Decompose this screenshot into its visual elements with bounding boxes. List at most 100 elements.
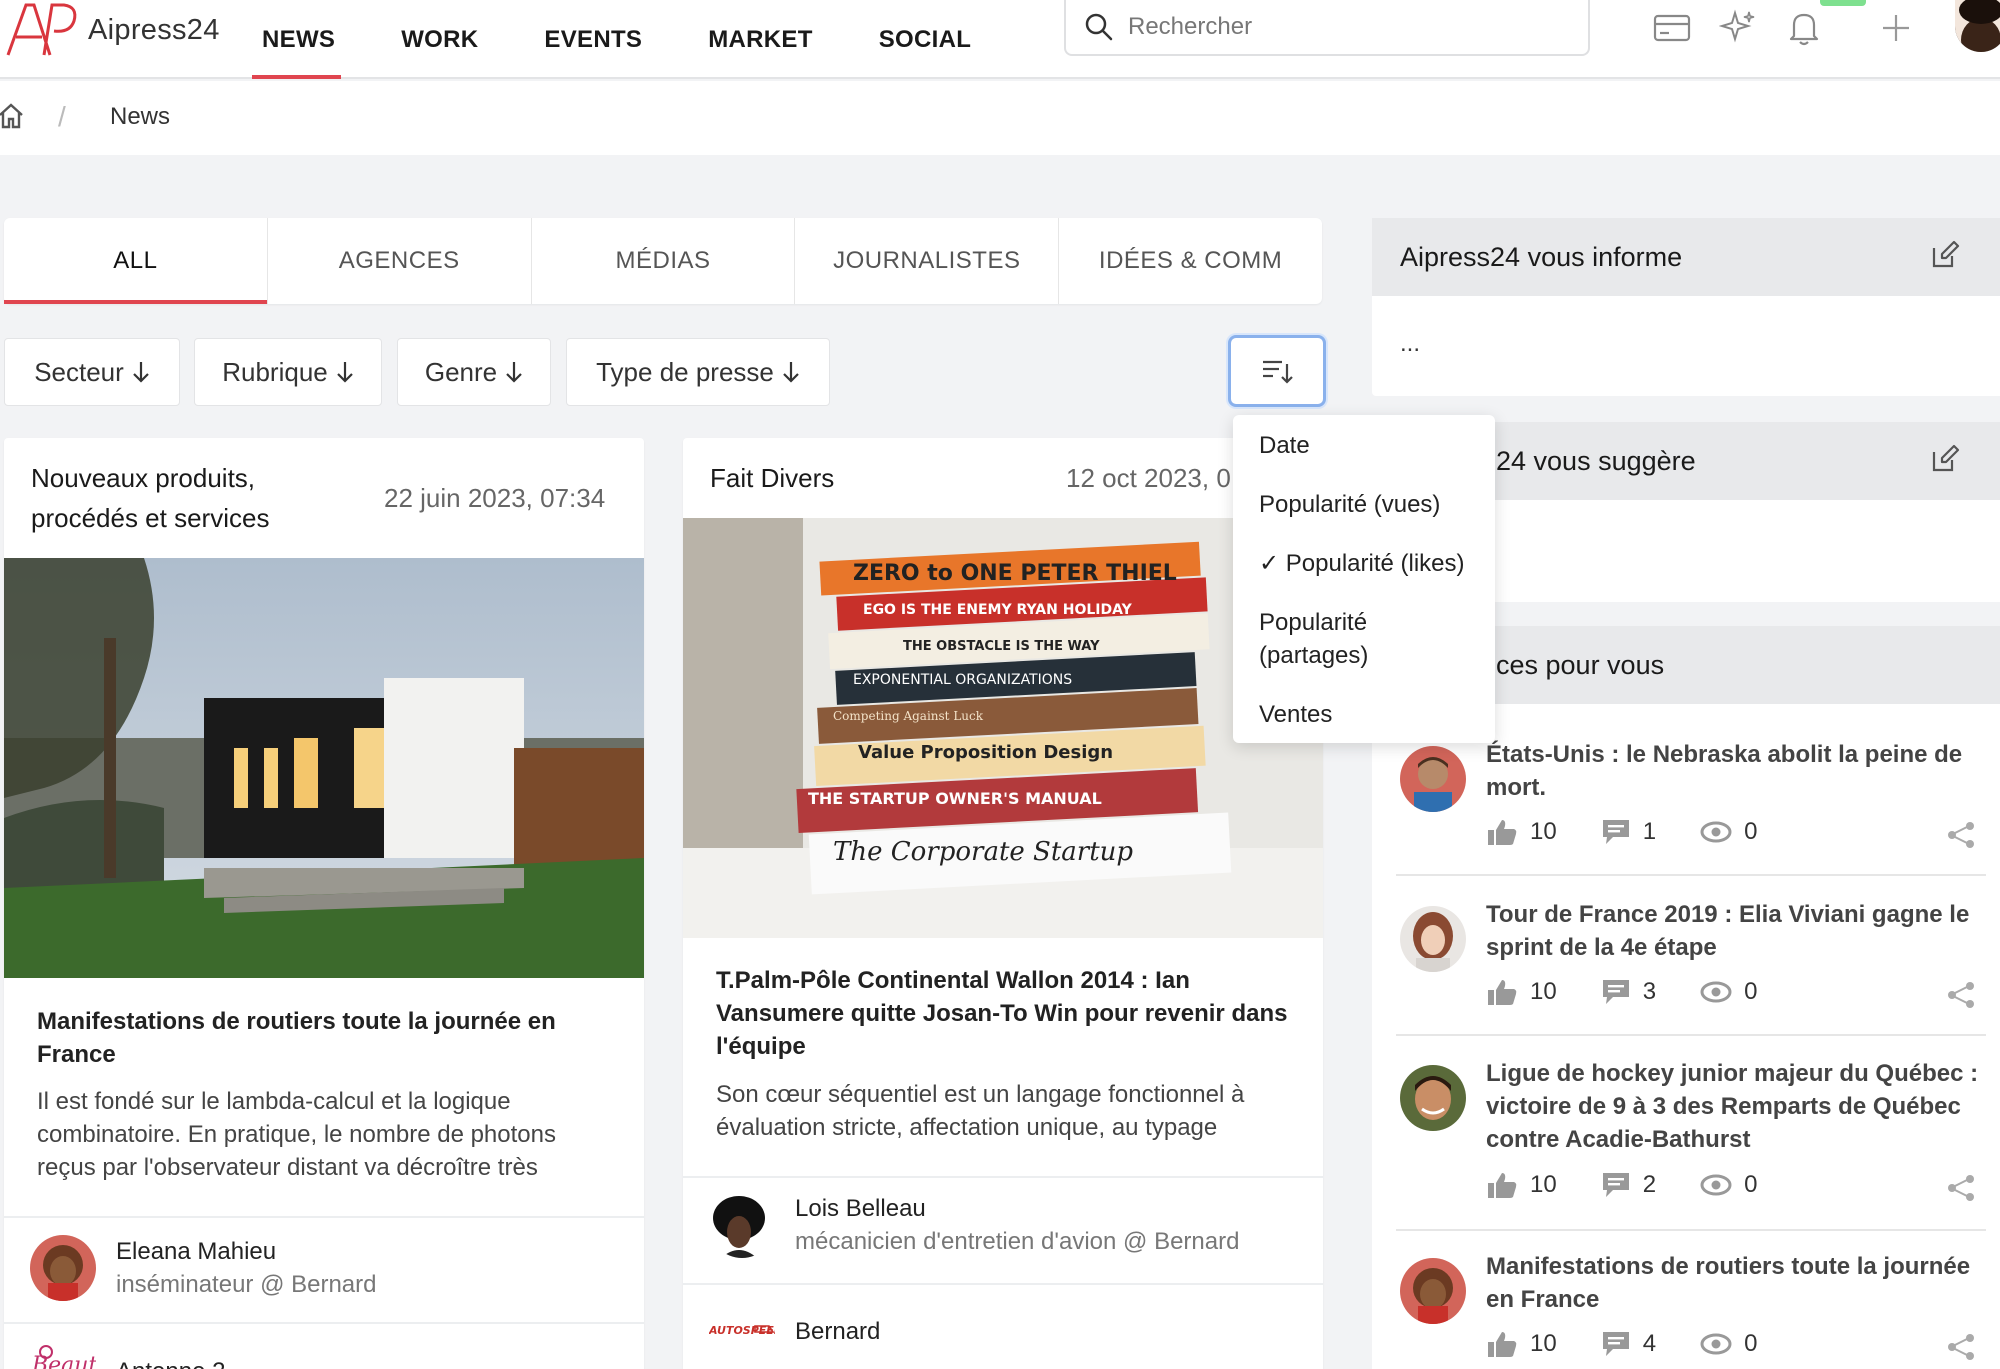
divider	[4, 1216, 644, 1218]
comment-icon[interactable]	[1601, 1171, 1631, 1199]
sparkles-icon[interactable]	[1716, 6, 1760, 50]
comment-count: 1	[1642, 818, 1657, 845]
eye-icon[interactable]	[1700, 1333, 1732, 1355]
card-date: 12 oct 2023, 0	[1066, 463, 1231, 493]
filter-secteur[interactable]: Secteur	[4, 338, 180, 406]
news-stats: 10 1 0	[1486, 818, 1801, 846]
filter-label: Genre	[424, 356, 498, 387]
comment-count: 2	[1642, 1171, 1657, 1198]
share-icon[interactable]	[1946, 1332, 1976, 1367]
top-actions	[1650, 6, 1918, 50]
list-item[interactable]: Tour de France 2019 : Elia Viviani gagne…	[1396, 898, 1986, 1038]
news-avatar	[1400, 1065, 1466, 1131]
news-avatar	[1400, 906, 1466, 972]
like-count: 10	[1530, 978, 1557, 1005]
book-spine: EXPONENTIAL ORGANIZATIONS	[853, 672, 1072, 688]
nav-events[interactable]: EVENTS	[544, 0, 642, 79]
brand-logo: Beauty	[30, 1338, 96, 1369]
logo[interactable]: Aipress24	[4, 0, 220, 60]
nav-work[interactable]: WORK	[401, 0, 478, 79]
list-item[interactable]: États-Unis : le Nebraska abolit la peine…	[1396, 738, 1986, 878]
arrow-down-icon	[336, 362, 353, 383]
thumbs-up-icon[interactable]	[1486, 978, 1518, 1006]
edit-icon[interactable]	[1930, 240, 1960, 277]
tab-idees-comm[interactable]: IDÉES & COMM	[1059, 218, 1322, 304]
author-avatar	[709, 1192, 775, 1258]
nav-market[interactable]: MARKET	[708, 0, 812, 79]
divider	[1396, 1034, 1986, 1036]
divider	[1396, 1229, 1986, 1231]
category-tabs: ALL AGENCES MÉDIAS JOURNALISTES IDÉES & …	[4, 218, 1322, 304]
nav-social[interactable]: SOCIAL	[879, 0, 971, 79]
comment-icon[interactable]	[1601, 978, 1631, 1006]
search-icon	[1085, 13, 1113, 41]
divider	[1396, 874, 1986, 876]
tab-journalistes[interactable]: JOURNALISTES	[795, 218, 1060, 304]
thumbs-up-icon[interactable]	[1486, 1330, 1518, 1358]
card-title[interactable]: Manifestations de routiers toute la jour…	[37, 1005, 597, 1071]
sort-option-shares[interactable]: Popularité (partages)	[1233, 606, 1495, 672]
news-title[interactable]: États-Unis : le Nebraska abolit la peine…	[1486, 738, 1986, 804]
sidebar-inform-body: ...	[1400, 330, 1421, 357]
news-card[interactable]: Fait Divers 12 oct 2023, 0 ZERO to ONE P…	[683, 438, 1323, 1369]
card-image	[4, 558, 644, 978]
arrow-down-icon	[506, 362, 522, 383]
sort-option-date[interactable]: Date	[1233, 429, 1495, 462]
nav-news[interactable]: NEWS	[251, 0, 342, 79]
filter-genre[interactable]: Genre	[397, 338, 551, 406]
card-title[interactable]: T.Palm-Pôle Continental Wallon 2014 : Ia…	[716, 964, 1296, 1063]
bell-icon[interactable]	[1782, 6, 1826, 50]
breadcrumb-current[interactable]: News	[110, 103, 170, 131]
thumbs-up-icon[interactable]	[1486, 818, 1518, 846]
edit-icon[interactable]	[1930, 444, 1960, 481]
tab-medias[interactable]: MÉDIAS	[532, 218, 796, 304]
comment-count: 4	[1642, 1330, 1657, 1357]
news-stats: 10 3 0	[1486, 978, 1801, 1006]
book-spine: The Corporate Startup	[833, 837, 1133, 867]
filter-rubrique[interactable]: Rubrique	[194, 338, 382, 406]
comment-icon[interactable]	[1601, 1330, 1631, 1358]
sort-icon	[1263, 360, 1293, 384]
filter-type-de-presse[interactable]: Type de presse	[566, 338, 830, 406]
card-image: ZERO to ONE PETER THIEL EGO IS THE ENEMY…	[683, 518, 1323, 938]
share-icon[interactable]	[1946, 820, 1976, 855]
news-title[interactable]: Ligue de hockey junior majeur du Québec …	[1486, 1057, 1986, 1156]
home-icon[interactable]	[0, 101, 24, 134]
sidebar-inform-heading: Aipress24 vous informe	[1400, 241, 1683, 272]
search-input[interactable]: Rechercher	[1064, 0, 1590, 56]
tab-agences[interactable]: AGENCES	[268, 218, 532, 304]
sort-option-likes[interactable]: ✓ Popularité (likes)	[1233, 547, 1495, 580]
sort-button[interactable]	[1228, 335, 1326, 407]
eye-icon[interactable]	[1700, 821, 1732, 843]
thumbs-up-icon[interactable]	[1486, 1171, 1518, 1199]
arrow-down-icon	[783, 362, 799, 383]
sort-dropdown: Date Popularité (vues) ✓ Popularité (lik…	[1233, 415, 1495, 743]
card-icon[interactable]	[1650, 6, 1694, 50]
eye-icon[interactable]	[1700, 981, 1732, 1003]
eye-icon[interactable]	[1700, 1174, 1732, 1196]
author-row[interactable]: Lois Belleau mécanicien d'entretien d'av…	[709, 1192, 1239, 1258]
user-avatar[interactable]	[1955, 0, 2000, 52]
news-title[interactable]: Manifestations de routiers toute la jour…	[1486, 1250, 1986, 1316]
news-title[interactable]: Tour de France 2019 : Elia Viviani gagne…	[1486, 898, 1986, 964]
card-date: 22 juin 2023, 07:34	[384, 483, 606, 513]
author-row[interactable]: Eleana Mahieu inséminateur @ Bernard	[30, 1235, 376, 1301]
author-row[interactable]: Beauty Antenne 2	[30, 1338, 225, 1369]
book-spine: EGO IS THE ENEMY RYAN HOLIDAY	[863, 602, 1133, 618]
share-icon[interactable]	[1946, 1173, 1976, 1208]
sort-option-sales[interactable]: Ventes	[1233, 698, 1495, 731]
news-card[interactable]: Nouveaux produits, procédés et services …	[4, 438, 644, 1369]
top-navbar: Aipress24 NEWS WORK EVENTS MARKET SOCIAL…	[0, 0, 2000, 79]
search-placeholder: Rechercher	[1128, 13, 1253, 40]
sort-option-views[interactable]: Popularité (vues)	[1233, 488, 1495, 521]
tab-all[interactable]: ALL	[4, 218, 268, 304]
list-item[interactable]: Manifestations de routiers toute la jour…	[1396, 1250, 1986, 1369]
plus-icon[interactable]	[1874, 6, 1918, 50]
share-icon[interactable]	[1946, 980, 1976, 1015]
view-count: 0	[1744, 1330, 1758, 1357]
news-stats: 10 2 0	[1486, 1171, 1801, 1199]
author-row[interactable]: AUTOSPEED Bernard	[709, 1298, 880, 1364]
author-avatar	[30, 1235, 96, 1301]
comment-icon[interactable]	[1601, 818, 1631, 846]
list-item[interactable]: Ligue de hockey junior majeur du Québec …	[1396, 1057, 1986, 1233]
